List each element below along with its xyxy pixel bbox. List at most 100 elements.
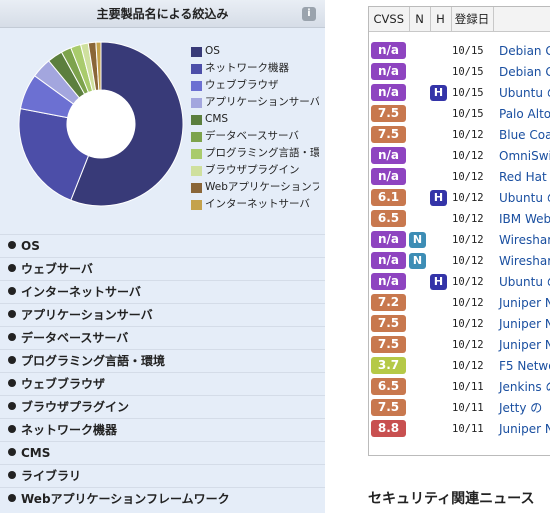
category-item[interactable]: ブラウザプラグイン: [0, 395, 325, 418]
high-flag-badge: H: [430, 189, 447, 206]
legend-item[interactable]: ネットワーク機器: [191, 60, 319, 77]
table-row: 7.5 10/12 Blue Coat: [369, 124, 550, 145]
nvd-flag-badge: N: [409, 231, 426, 248]
table-header-row: CVSS N H 登録日: [369, 7, 550, 32]
vulnerability-link[interactable]: Wireshark: [499, 254, 550, 268]
cvss-cell: n/a: [369, 82, 409, 103]
vulnerability-link[interactable]: Juniper Networks: [499, 422, 550, 436]
n-flag-cell: [409, 208, 430, 229]
h-flag-cell: [430, 61, 451, 82]
vulnerability-link[interactable]: Debian GNU/Linux の: [499, 44, 550, 58]
legend-swatch: [191, 148, 202, 159]
cvss-cell: n/a: [369, 61, 409, 82]
h-flag-cell: [430, 40, 451, 61]
h-flag-cell: [430, 166, 451, 187]
legend-item[interactable]: インターネットサーバ: [191, 196, 319, 213]
nvd-flag-badge: N: [409, 252, 426, 269]
table-row: 7.5 10/12 Juniper Networks: [369, 334, 550, 355]
n-flag-cell: [409, 82, 430, 103]
bullet-icon: [8, 494, 16, 502]
category-item[interactable]: ウェブブラウザ: [0, 372, 325, 395]
date-cell: 10/12: [452, 128, 484, 141]
title-cell: OmniSwitch: [493, 145, 550, 166]
col-header-date[interactable]: 登録日: [451, 7, 494, 32]
h-flag-cell: [430, 145, 451, 166]
vulnerability-link[interactable]: Juniper Networks: [499, 317, 550, 331]
col-header-cvss[interactable]: CVSS: [369, 7, 410, 32]
legend-item[interactable]: CMS: [191, 111, 319, 128]
category-item[interactable]: OS: [0, 234, 325, 257]
legend-swatch: [191, 199, 202, 210]
date-cell: 10/12: [452, 275, 484, 288]
vulnerability-link[interactable]: Ubuntu の: [499, 86, 550, 100]
vulnerability-link[interactable]: Palo Alto Networks: [499, 107, 550, 121]
h-flag-cell: [430, 418, 451, 439]
category-item[interactable]: プログラミング言語・環境: [0, 349, 325, 372]
title-cell: IBM WebSphere: [493, 208, 550, 229]
cvss-cell: 7.5: [369, 313, 409, 334]
col-header-h[interactable]: H: [430, 7, 452, 32]
legend-item[interactable]: ブラウザプラグイン: [191, 162, 319, 179]
vulnerability-link[interactable]: Jetty の: [499, 401, 542, 415]
date-cell: 10/11: [452, 401, 484, 414]
legend-item[interactable]: ウェブブラウザ: [191, 77, 319, 94]
vulnerability-link[interactable]: IBM WebSphere: [499, 212, 550, 226]
vulnerability-link[interactable]: Juniper Networks: [499, 338, 550, 352]
n-flag-cell: N: [409, 229, 430, 250]
vulnerability-link[interactable]: OmniSwitch: [499, 149, 550, 163]
legend-label: Webアプリケーションフレームワーク: [205, 181, 319, 193]
cvss-badge: 3.7: [371, 357, 406, 374]
legend-item[interactable]: アプリケーションサーバ: [191, 94, 319, 111]
table-row: 7.5 10/15 Palo Alto Networks: [369, 103, 550, 124]
legend-item[interactable]: OS: [191, 43, 319, 60]
bullet-icon: [8, 379, 16, 387]
legend-swatch: [191, 63, 202, 74]
vulnerability-link[interactable]: Debian GNU/Linux の: [499, 65, 550, 79]
vulnerability-link[interactable]: Ubuntu の: [499, 191, 550, 205]
category-item[interactable]: インターネットサーバ: [0, 280, 325, 303]
cvss-badge: 6.5: [371, 210, 406, 227]
n-flag-cell: [409, 103, 430, 124]
category-item[interactable]: Webアプリケーションフレームワーク: [0, 487, 325, 510]
legend-item[interactable]: プログラミング言語・環境: [191, 145, 319, 162]
legend-item[interactable]: データベースサーバ: [191, 128, 319, 145]
col-header-n[interactable]: N: [409, 7, 431, 32]
product-filter-panel: 主要製品名による絞込み i OS ネットワーク機器 ウェブブラウザ アプリケーションサ…: [0, 0, 325, 513]
category-label: ブラウザプラグイン: [21, 400, 130, 414]
legend-item[interactable]: Webアプリケーションフレームワーク: [191, 179, 319, 196]
category-item[interactable]: CMS: [0, 441, 325, 464]
vulnerability-link[interactable]: Ubuntu の: [499, 275, 550, 289]
category-item[interactable]: データベースサーバ: [0, 326, 325, 349]
cvss-badge: n/a: [371, 84, 406, 101]
title-cell: Blue Coat: [493, 124, 550, 145]
legend-label: プログラミング言語・環境: [205, 147, 319, 159]
cvss-badge: 7.5: [371, 399, 406, 416]
category-item[interactable]: アプリケーションサーバ: [0, 303, 325, 326]
high-flag-badge: H: [430, 84, 447, 101]
vulnerability-link[interactable]: Juniper Networks: [499, 296, 550, 310]
product-donut-chart: OS ネットワーク機器 ウェブブラウザ アプリケーションサーバ CMS データベースサーバ…: [0, 29, 325, 234]
date-cell: 10/12: [452, 338, 484, 351]
category-item[interactable]: ライブラリ: [0, 464, 325, 487]
category-item[interactable]: ウェブサーバ: [0, 257, 325, 280]
legend-label: ブラウザプラグイン: [205, 164, 300, 176]
cvss-badge: n/a: [371, 168, 406, 185]
legend-swatch: [191, 131, 202, 142]
category-item[interactable]: ネットワーク機器: [0, 418, 325, 441]
vulnerability-link[interactable]: F5 Networks: [499, 359, 550, 373]
category-label: アプリケーションサーバ: [21, 308, 153, 322]
n-flag-cell: [409, 418, 430, 439]
vulnerability-link[interactable]: Wireshark: [499, 233, 550, 247]
vulnerability-link[interactable]: Blue Coat: [499, 128, 550, 142]
date-cell: 10/12: [452, 296, 484, 309]
vulnerability-link[interactable]: Jenkins の: [499, 380, 550, 394]
date-cell: 10/15: [452, 107, 484, 120]
h-flag-cell: [430, 376, 451, 397]
title-cell: Ubuntu の: [493, 271, 550, 292]
date-cell: 10/12: [452, 170, 484, 183]
category-label: プログラミング言語・環境: [21, 354, 166, 368]
chart-legend: OS ネットワーク機器 ウェブブラウザ アプリケーションサーバ CMS データベースサーバ…: [191, 43, 319, 213]
legend-swatch: [191, 182, 202, 193]
info-icon[interactable]: i: [302, 7, 316, 21]
vulnerability-link[interactable]: Red Hat: [499, 170, 547, 184]
